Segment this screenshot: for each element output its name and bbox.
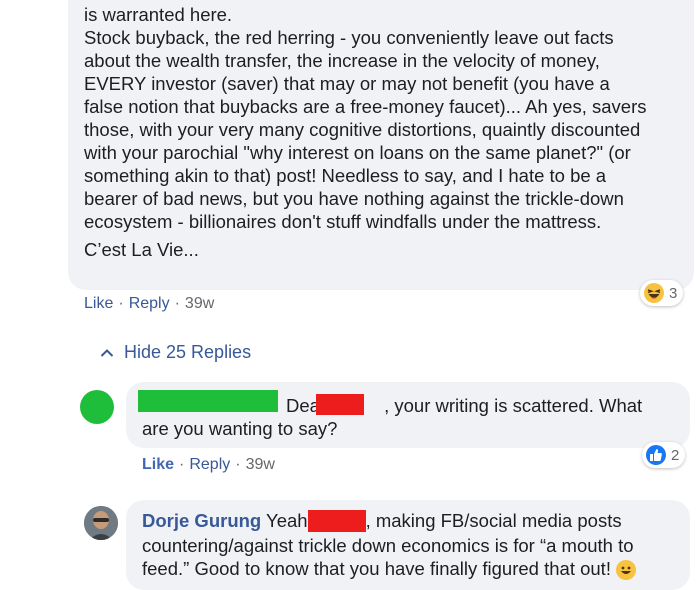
main-reaction-count: 3 <box>669 284 678 302</box>
chevron-up-icon <box>100 345 114 361</box>
main-comment-text: is warranted here. Stock buyback, the re… <box>84 4 647 232</box>
grinning-emoji-icon <box>616 560 637 581</box>
separator-dot: · <box>118 295 124 312</box>
like-icon <box>646 445 666 465</box>
timestamp[interactable]: 39w <box>246 456 275 473</box>
hide-replies-link[interactable]: Hide 25 Replies <box>100 342 251 363</box>
redaction-block <box>307 510 366 533</box>
reply-text-part-a: Yeah <box>266 510 308 531</box>
haha-icon <box>644 283 664 303</box>
reply-reaction-pill[interactable]: 2 <box>642 442 686 468</box>
like-link[interactable]: Like <box>142 456 174 473</box>
like-link[interactable]: Like <box>84 295 113 312</box>
reply-actions: Like · Reply · 39w <box>142 456 275 474</box>
redaction-block <box>316 394 364 415</box>
reply-link[interactable]: Reply <box>129 295 170 312</box>
timestamp[interactable]: 39w <box>185 295 214 312</box>
reply-link[interactable]: Reply <box>189 456 230 473</box>
reply-bubble: Dorje Gurung Yeah, making FB/social medi… <box>126 500 690 590</box>
reply-text: Dear, your writing is scattered. What ar… <box>142 394 680 440</box>
separator-dot: · <box>179 456 185 473</box>
hide-replies-label: Hide 25 Replies <box>124 342 252 362</box>
reply-text: Dorje Gurung Yeah, making FB/social medi… <box>142 509 680 581</box>
separator-dot: · <box>174 295 180 312</box>
reply-bubble: Dear, your writing is scattered. What ar… <box>126 382 690 448</box>
main-reaction-pill[interactable]: 3 <box>640 280 684 306</box>
avatar[interactable] <box>80 390 114 424</box>
main-comment-actions: Like · Reply · 39w <box>84 295 214 313</box>
main-comment-bubble: is warranted here. Stock buyback, the re… <box>68 0 694 290</box>
avatar[interactable] <box>84 506 118 540</box>
commenter-name[interactable]: Dorje Gurung <box>142 510 261 531</box>
separator-dot: · <box>235 456 241 473</box>
reply-reaction-count: 2 <box>671 446 680 464</box>
main-comment-signoff: C’est La Vie... <box>84 239 199 260</box>
reply-text-part-b: , your writing is scattered. What are yo… <box>142 395 643 439</box>
